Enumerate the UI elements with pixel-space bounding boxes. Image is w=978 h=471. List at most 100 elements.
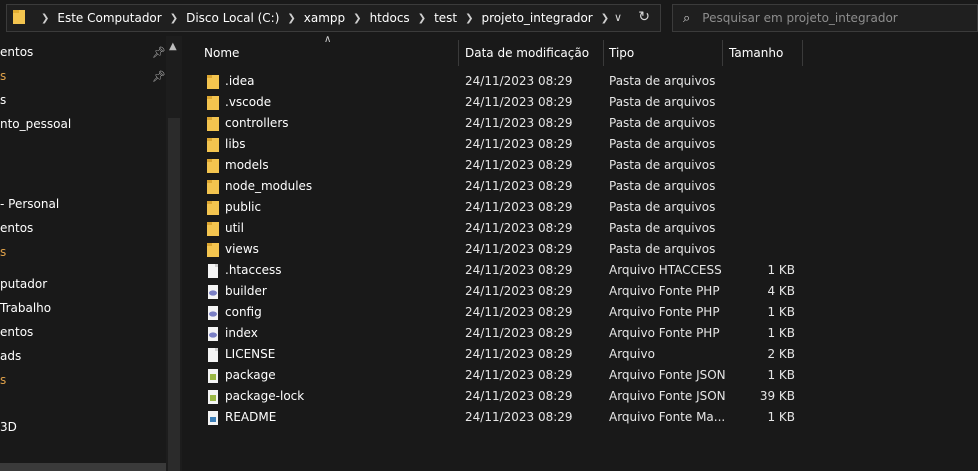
nav-item[interactable]: 3D bbox=[0, 417, 17, 437]
address-bar[interactable]: ❯ Este Computador ❯ Disco Local (C:) ❯ x… bbox=[6, 4, 661, 32]
chevron-right-icon[interactable]: ❯ bbox=[287, 13, 295, 24]
breadcrumb-item[interactable]: Este Computador bbox=[57, 11, 161, 25]
column-type[interactable]: Tipo bbox=[603, 40, 722, 66]
php-file-icon bbox=[207, 327, 220, 341]
file-date: 24/11/2023 08:29 bbox=[465, 221, 573, 235]
file-size: 2 KB bbox=[767, 347, 795, 361]
file-name[interactable]: util bbox=[225, 218, 244, 239]
file-name[interactable]: config bbox=[225, 302, 262, 323]
file-row[interactable]: package 24/11/2023 08:29 Arquivo Fonte JSO… bbox=[204, 365, 804, 386]
file-size bbox=[734, 134, 795, 155]
file-row[interactable]: .vscode 24/11/2023 08:29 Pasta de arquivos bbox=[204, 92, 804, 113]
markdown-file-icon bbox=[207, 411, 220, 425]
chevron-right-icon[interactable]: ❯ bbox=[465, 13, 473, 24]
chevron-right-icon[interactable]: ❯ bbox=[170, 13, 178, 24]
file-type: Pasta de arquivos bbox=[609, 242, 716, 256]
file-date: 24/11/2023 08:29 bbox=[465, 74, 573, 88]
nav-item[interactable]: s bbox=[0, 90, 6, 110]
file-name[interactable]: libs bbox=[225, 134, 246, 155]
file-name[interactable]: builder bbox=[225, 281, 267, 302]
folder-icon bbox=[207, 159, 220, 173]
file-row[interactable]: public 24/11/2023 08:29 Pasta de arquivos bbox=[204, 197, 804, 218]
file-row[interactable]: package-lock 24/11/2023 08:29 Arquivo Font… bbox=[204, 386, 804, 407]
file-name[interactable]: index bbox=[225, 323, 258, 344]
nav-item[interactable]: ads bbox=[0, 346, 21, 366]
file-name[interactable]: controllers bbox=[225, 113, 289, 134]
file-row[interactable]: builder 24/11/2023 08:29 Arquivo Fonte PHP… bbox=[204, 281, 804, 302]
nav-item[interactable]: nto_pessoal bbox=[0, 114, 71, 134]
chevron-down-icon[interactable]: ∨ bbox=[614, 11, 622, 24]
breadcrumb-item[interactable]: test bbox=[434, 11, 457, 25]
file-name[interactable]: package-lock bbox=[225, 386, 304, 407]
file-date: 24/11/2023 08:29 bbox=[465, 95, 573, 109]
file-size bbox=[734, 92, 795, 113]
chevron-right-icon[interactable]: ❯ bbox=[353, 13, 361, 24]
file-name[interactable]: .vscode bbox=[225, 92, 271, 113]
file-size bbox=[734, 218, 795, 239]
nav-item[interactable]: entos bbox=[0, 322, 33, 342]
file-row[interactable]: util 24/11/2023 08:29 Pasta de arquivos bbox=[204, 218, 804, 239]
breadcrumb-item[interactable]: Disco Local (C:) bbox=[186, 11, 279, 25]
file-date: 24/11/2023 08:29 bbox=[465, 368, 573, 382]
file-row[interactable]: models 24/11/2023 08:29 Pasta de arquivos bbox=[204, 155, 804, 176]
file-row[interactable]: README 24/11/2023 08:29 Arquivo Fonte Ma..… bbox=[204, 407, 804, 428]
file-row[interactable]: controllers 24/11/2023 08:29 Pasta de arqu… bbox=[204, 113, 804, 134]
file-size bbox=[734, 155, 795, 176]
file-type: Pasta de arquivos bbox=[609, 74, 716, 88]
address-toolbar: ❯ Este Computador ❯ Disco Local (C:) ❯ x… bbox=[0, 0, 978, 36]
chevron-right-icon[interactable]: ❯ bbox=[601, 13, 609, 24]
folder-icon bbox=[207, 180, 220, 194]
file-date: 24/11/2023 08:29 bbox=[465, 305, 573, 319]
file-name[interactable]: package bbox=[225, 365, 276, 386]
search-icon: ⌕ bbox=[683, 10, 691, 26]
json-file-icon bbox=[207, 390, 220, 404]
file-date: 24/11/2023 08:29 bbox=[465, 347, 573, 361]
refresh-icon[interactable]: ↻ bbox=[638, 9, 650, 25]
file-size bbox=[734, 176, 795, 197]
file-date: 24/11/2023 08:29 bbox=[465, 326, 573, 340]
file-row[interactable]: index 24/11/2023 08:29 Arquivo Fonte PHP 1 … bbox=[204, 323, 804, 344]
file-type: Arquivo Fonte JSON bbox=[609, 368, 726, 382]
file-row[interactable]: node_modules 24/11/2023 08:29 Pasta de arq… bbox=[204, 176, 804, 197]
nav-item[interactable]: putador bbox=[0, 274, 47, 294]
nav-item[interactable]: entos bbox=[0, 42, 33, 62]
file-name[interactable]: node_modules bbox=[225, 176, 312, 197]
nav-item[interactable]: entos bbox=[0, 218, 33, 238]
breadcrumb-item[interactable]: xampp bbox=[304, 11, 345, 25]
column-divider[interactable] bbox=[802, 40, 803, 66]
file-size: 1 KB bbox=[767, 368, 795, 382]
horizontal-scrollbar[interactable] bbox=[0, 463, 166, 471]
nav-scrollbar[interactable]: ▲ bbox=[166, 36, 182, 471]
scrollbar-thumb[interactable] bbox=[168, 118, 180, 471]
file-row[interactable]: .htaccess 24/11/2023 08:29 Arquivo HTACCES… bbox=[204, 260, 804, 281]
file-name[interactable]: LICENSE bbox=[225, 344, 275, 365]
scroll-up-icon[interactable]: ▲ bbox=[169, 41, 177, 52]
folder-icon bbox=[207, 75, 220, 89]
file-name[interactable]: .idea bbox=[225, 71, 255, 92]
file-name[interactable]: README bbox=[225, 407, 276, 428]
file-type: Arquivo Fonte Ma... bbox=[609, 410, 726, 424]
column-name[interactable]: Nome bbox=[198, 40, 458, 66]
breadcrumb-item[interactable]: projeto_integrador bbox=[482, 11, 593, 25]
file-row[interactable]: libs 24/11/2023 08:29 Pasta de arquivos bbox=[204, 134, 804, 155]
file-row[interactable]: LICENSE 24/11/2023 08:29 Arquivo 2 KB bbox=[204, 344, 804, 365]
file-name[interactable]: models bbox=[225, 155, 269, 176]
nav-item[interactable]: s bbox=[0, 370, 6, 390]
nav-item[interactable]: s bbox=[0, 66, 6, 86]
file-name[interactable]: public bbox=[225, 197, 261, 218]
file-row[interactable]: .idea 24/11/2023 08:29 Pasta de arquivos bbox=[204, 71, 804, 92]
column-size[interactable]: Tamanho bbox=[723, 40, 802, 66]
file-icon bbox=[207, 264, 220, 278]
file-row[interactable]: views 24/11/2023 08:29 Pasta de arquivos bbox=[204, 239, 804, 260]
file-name[interactable]: .htaccess bbox=[225, 260, 282, 281]
nav-item[interactable]: s bbox=[0, 242, 6, 262]
search-box[interactable]: ⌕ Pesquisar em projeto_integrador bbox=[672, 4, 978, 32]
file-name[interactable]: views bbox=[225, 239, 259, 260]
file-row[interactable]: config 24/11/2023 08:29 Arquivo Fonte PHP 1… bbox=[204, 302, 804, 323]
file-type: Arquivo Fonte PHP bbox=[609, 326, 720, 340]
breadcrumb-item[interactable]: htdocs bbox=[370, 11, 410, 25]
nav-item[interactable]: Trabalho bbox=[0, 298, 51, 318]
column-date[interactable]: Data de modificação bbox=[459, 40, 603, 66]
nav-item[interactable]: - Personal bbox=[0, 194, 59, 214]
chevron-right-icon[interactable]: ❯ bbox=[418, 13, 426, 24]
